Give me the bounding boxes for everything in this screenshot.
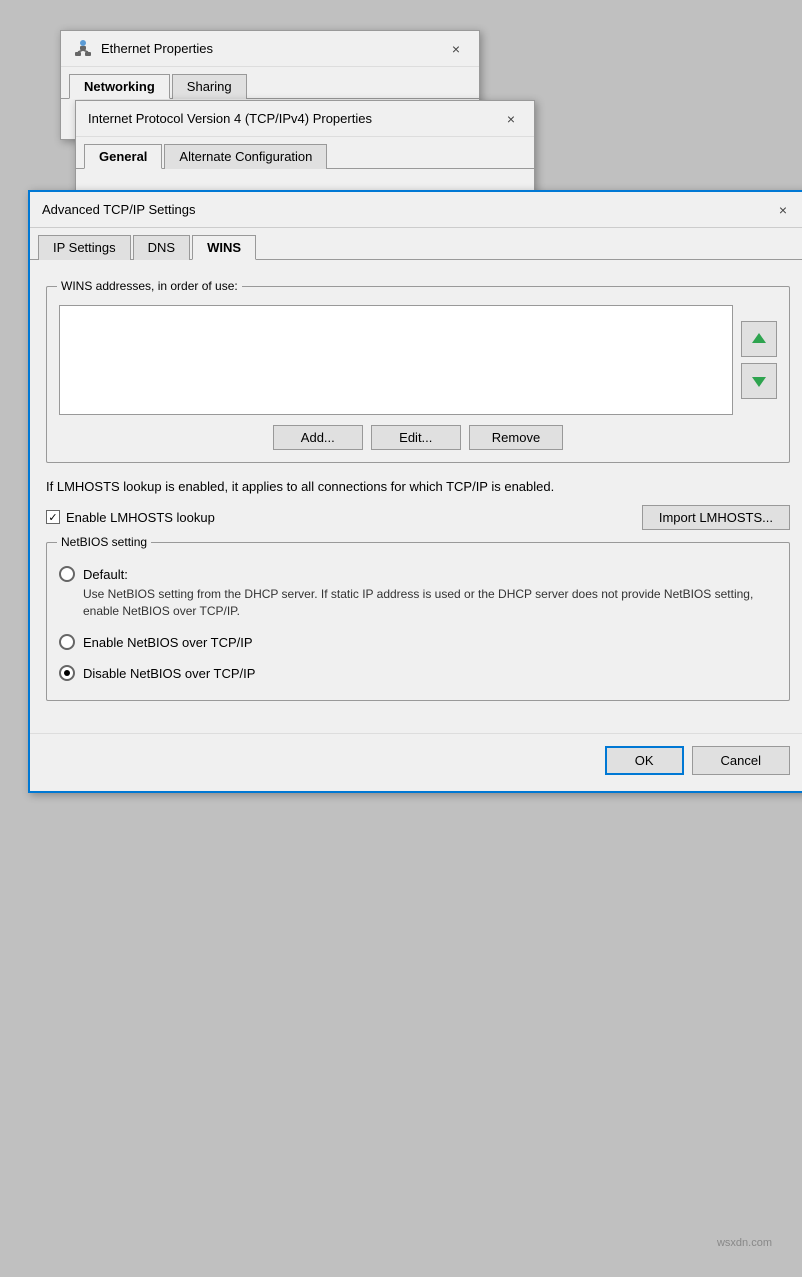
ethernet-close-button[interactable]: ×: [445, 38, 467, 60]
radio-disable-row: Disable NetBIOS over TCP/IP: [59, 664, 777, 684]
wins-section-title: WINS addresses, in order of use:: [57, 279, 242, 293]
arrow-up-icon: [750, 330, 768, 348]
network-icon: [73, 40, 93, 58]
wins-arrows: [741, 305, 777, 415]
tab-alternate-config[interactable]: Alternate Configuration: [164, 144, 327, 169]
radio-enable-label: Enable NetBIOS over TCP/IP: [83, 633, 253, 653]
advanced-title-bar: Advanced TCP/IP Settings ×: [30, 192, 802, 228]
radio-disable-label: Disable NetBIOS over TCP/IP: [83, 664, 255, 684]
wins-addresses-section: WINS addresses, in order of use:: [46, 286, 790, 463]
tab-general[interactable]: General: [84, 144, 162, 169]
netbios-section-title: NetBIOS setting: [57, 535, 151, 549]
ipv4-title-text: Internet Protocol Version 4 (TCP/IPv4) P…: [88, 111, 372, 126]
advanced-title-text: Advanced TCP/IP Settings: [42, 202, 195, 217]
netbios-section: NetBIOS setting Default: Use NetBIOS set…: [46, 542, 790, 701]
radio-default-label: Default:: [83, 565, 777, 585]
tab-sharing[interactable]: Sharing: [172, 74, 247, 99]
radio-default-row: Default: Use NetBIOS setting from the DH…: [59, 565, 777, 621]
advanced-close-button[interactable]: ×: [772, 199, 794, 221]
import-lmhosts-button[interactable]: Import LMHOSTS...: [642, 505, 790, 530]
tab-dns[interactable]: DNS: [133, 235, 190, 260]
wins-arrow-down-button[interactable]: [741, 363, 777, 399]
advanced-tabs: IP Settings DNS WINS: [30, 228, 802, 260]
ethernet-title-left: Ethernet Properties: [73, 40, 213, 58]
radio-default[interactable]: [59, 566, 75, 582]
tab-networking[interactable]: Networking: [69, 74, 170, 99]
wins-add-button[interactable]: Add...: [273, 425, 363, 450]
wins-arrow-up-button[interactable]: [741, 321, 777, 357]
cancel-button[interactable]: Cancel: [692, 746, 790, 775]
radio-default-desc: Use NetBIOS setting from the DHCP server…: [83, 586, 777, 621]
ipv4-close-button[interactable]: ×: [500, 108, 522, 130]
page-container: Ethernet Properties × Networking Sharing…: [20, 20, 782, 1257]
arrow-down-icon: [750, 372, 768, 390]
wins-list-area: [59, 305, 777, 415]
advanced-tcpip-window: Advanced TCP/IP Settings × IP Settings D…: [28, 190, 802, 793]
dialog-buttons: OK Cancel: [30, 733, 802, 791]
ok-button[interactable]: OK: [605, 746, 684, 775]
tab-wins[interactable]: WINS: [192, 235, 256, 260]
wins-remove-button[interactable]: Remove: [469, 425, 563, 450]
watermark: wsxdn.com: [717, 1237, 772, 1249]
wins-content: WINS addresses, in order of use:: [30, 260, 802, 733]
advanced-title-left: Advanced TCP/IP Settings: [42, 202, 195, 217]
wins-buttons: Add... Edit... Remove: [59, 425, 777, 450]
radio-enable[interactable]: [59, 634, 75, 650]
radio-disable[interactable]: [59, 665, 75, 681]
enable-lmhosts-checkbox[interactable]: ✓: [46, 510, 60, 524]
radio-default-content: Default: Use NetBIOS setting from the DH…: [83, 565, 777, 621]
radio-enable-row: Enable NetBIOS over TCP/IP: [59, 633, 777, 653]
ipv4-tabs: General Alternate Configuration: [76, 137, 534, 169]
ethernet-tabs: Networking Sharing: [61, 67, 479, 99]
ipv4-title-bar: Internet Protocol Version 4 (TCP/IPv4) P…: [76, 101, 534, 137]
lmhosts-row: ✓ Enable LMHOSTS lookup Import LMHOSTS..…: [46, 505, 790, 530]
wins-edit-button[interactable]: Edit...: [371, 425, 461, 450]
tab-ip-settings[interactable]: IP Settings: [38, 235, 131, 260]
enable-lmhosts-text: Enable LMHOSTS lookup: [66, 510, 215, 525]
ipv4-title-left: Internet Protocol Version 4 (TCP/IPv4) P…: [88, 111, 372, 126]
ethernet-title-bar: Ethernet Properties ×: [61, 31, 479, 67]
lmhosts-info-text: If LMHOSTS lookup is enabled, it applies…: [46, 477, 790, 497]
enable-lmhosts-label[interactable]: ✓ Enable LMHOSTS lookup: [46, 510, 215, 525]
ethernet-title-text: Ethernet Properties: [101, 41, 213, 56]
wins-listbox[interactable]: [59, 305, 733, 415]
